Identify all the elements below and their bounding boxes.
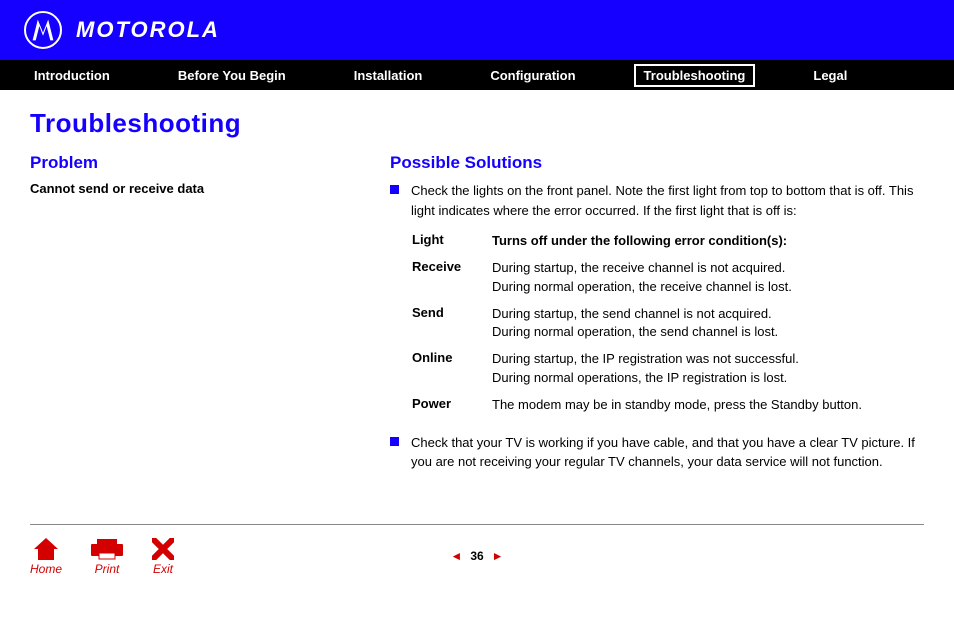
table-row: Send During startup, the send channel is… — [412, 305, 924, 343]
solutions-heading: Possible Solutions — [390, 153, 924, 173]
home-icon — [32, 536, 60, 562]
prev-page-icon[interactable]: ◄ — [450, 549, 462, 563]
home-button[interactable]: Home — [30, 536, 62, 576]
footer-divider — [30, 524, 924, 525]
row-cond: During startup, the send channel is not … — [492, 305, 924, 343]
row-light: Online — [412, 350, 492, 388]
exit-icon — [152, 536, 174, 562]
table-row: Power The modem may be in standby mode, … — [412, 396, 924, 415]
exit-button[interactable]: Exit — [152, 536, 174, 576]
nav-legal[interactable]: Legal — [803, 64, 857, 87]
content: Troubleshooting Problem Cannot send or r… — [0, 90, 954, 494]
brand-wordmark: MOTOROLA — [76, 17, 220, 43]
problem-column: Problem Cannot send or receive data — [30, 153, 350, 484]
bullet-icon — [390, 185, 399, 194]
print-button[interactable]: Print — [90, 536, 124, 576]
row-cond: During startup, the receive channel is n… — [492, 259, 924, 297]
solution-bullet-2: Check that your TV is working if you hav… — [390, 433, 924, 472]
nav-introduction[interactable]: Introduction — [24, 64, 120, 87]
exit-label: Exit — [153, 562, 173, 576]
row-cond: During startup, the IP registration was … — [492, 350, 924, 388]
problem-heading: Problem — [30, 153, 350, 173]
footer: Home Print Exit ◄ 36 ► — [0, 531, 954, 591]
row-cond: The modem may be in standby mode, press … — [492, 396, 924, 415]
logo: MOTOROLA — [24, 11, 220, 49]
solution-bullet-1: Check the lights on the front panel. Not… — [390, 181, 924, 220]
page-number: 36 — [470, 549, 483, 563]
table-row: Online During startup, the IP registrati… — [412, 350, 924, 388]
solutions-column: Possible Solutions Check the lights on t… — [390, 153, 924, 484]
motorola-logo-icon — [24, 11, 62, 49]
pager: ◄ 36 ► — [450, 549, 503, 563]
table-header: Light Turns off under the following erro… — [412, 232, 924, 251]
row-light: Send — [412, 305, 492, 343]
print-icon — [90, 536, 124, 562]
table-row: Receive During startup, the receive chan… — [412, 259, 924, 297]
bullet-icon — [390, 437, 399, 446]
problem-text: Cannot send or receive data — [30, 181, 350, 196]
solution-text-2: Check that your TV is working if you hav… — [411, 433, 924, 472]
nav-installation[interactable]: Installation — [344, 64, 433, 87]
table-header-cond: Turns off under the following error cond… — [492, 232, 924, 251]
solution-text-1: Check the lights on the front panel. Not… — [411, 181, 924, 220]
print-label: Print — [95, 562, 120, 576]
nav-configuration[interactable]: Configuration — [480, 64, 585, 87]
row-light: Receive — [412, 259, 492, 297]
nav-bar: Introduction Before You Begin Installati… — [0, 60, 954, 90]
nav-before-you-begin[interactable]: Before You Begin — [168, 64, 296, 87]
nav-troubleshooting[interactable]: Troubleshooting — [634, 64, 756, 87]
light-table: Light Turns off under the following erro… — [412, 232, 924, 415]
header-bar: MOTOROLA — [0, 0, 954, 60]
page-title: Troubleshooting — [30, 108, 924, 139]
home-label: Home — [30, 562, 62, 576]
row-light: Power — [412, 396, 492, 415]
table-header-light: Light — [412, 232, 492, 251]
next-page-icon[interactable]: ► — [492, 549, 504, 563]
